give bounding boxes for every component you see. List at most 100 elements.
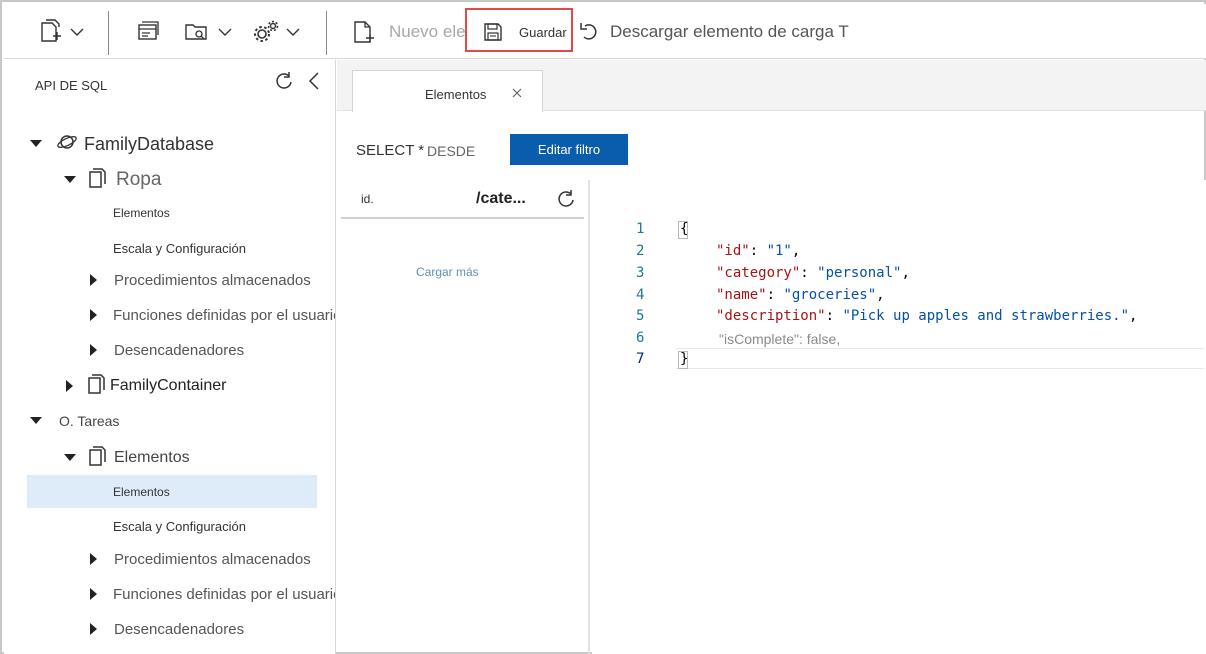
selected-row-highlight xyxy=(27,475,317,508)
tree-item-stored-procedures[interactable]: Procedimientos almacenados xyxy=(87,265,311,295)
toolbar-divider xyxy=(108,11,109,55)
json-line: "id": "1", xyxy=(716,243,801,259)
container-icon xyxy=(87,167,107,194)
line-number: 5 xyxy=(636,308,645,324)
line-number: 6 xyxy=(636,330,645,346)
json-value: "personal" xyxy=(817,265,902,281)
refresh-icon[interactable] xyxy=(274,71,294,96)
tree-item-user-defined-functions[interactable]: Funciones definidas por el usuario xyxy=(87,300,336,330)
folder-search-icon xyxy=(184,20,210,44)
tree-item-label: Procedimientos almacenados xyxy=(114,550,311,568)
tree-item-label: Desencadenadores xyxy=(114,341,245,359)
new-document-icon xyxy=(352,19,376,45)
tree-item-stored-procedures[interactable]: Procedimientos almacenados xyxy=(87,544,311,574)
save-button[interactable]: Guardar xyxy=(482,16,567,48)
toolbar-divider xyxy=(326,11,327,55)
tree-item-label: Elementos xyxy=(113,206,170,220)
json-key: "name" xyxy=(716,287,767,303)
tab-label: Elementos xyxy=(425,87,487,102)
new-query-button[interactable] xyxy=(136,16,160,48)
settings-menu-button[interactable] xyxy=(252,16,300,48)
list-header-divider xyxy=(341,217,584,219)
tree-item-triggers[interactable]: Desencadenadores xyxy=(87,335,244,365)
sidebar-title: API DE SQL xyxy=(35,78,108,93)
tree-item-items[interactable]: Elementos xyxy=(113,198,170,228)
tree-item-label: Ropa xyxy=(116,169,162,190)
edit-filter-button[interactable]: Editar filtro xyxy=(510,134,628,165)
tree-item-label: Elementos xyxy=(113,485,170,499)
command-bar: Nuevo elemento Guardar Descargar element… xyxy=(4,4,1206,59)
caret-right-icon xyxy=(87,587,101,601)
line-number: 7 xyxy=(636,351,645,367)
new-container-icon xyxy=(38,18,64,46)
query-from-text: DESDE xyxy=(427,143,476,159)
column-header-partition-key: /cate... xyxy=(476,190,526,207)
caret-right-icon xyxy=(87,343,101,357)
line-number: 1 xyxy=(636,221,645,237)
tree-item-label: Escala y Configuración xyxy=(113,518,246,534)
json-value: "Pick up apples and strawberries." xyxy=(842,308,1130,324)
tree-item-label: FamilyContainer xyxy=(110,377,227,394)
caret-right-icon xyxy=(87,622,101,636)
database-planet-icon xyxy=(56,132,78,157)
gears-icon xyxy=(252,19,280,45)
json-value: "1" xyxy=(766,243,792,259)
discard-button[interactable]: Descargar elemento de carga T xyxy=(578,16,849,48)
new-container-button[interactable] xyxy=(38,16,84,48)
json-comma: , xyxy=(791,243,801,259)
tree-item-tasks-database[interactable]: O. Tareas xyxy=(29,406,119,436)
resource-tree-panel: API DE SQL FamilyDatabase Ropa Elementos xyxy=(4,60,336,654)
line-number: 2 xyxy=(636,243,645,259)
tree-item-label: Desencadenadores xyxy=(114,620,245,638)
collapse-panel-icon[interactable] xyxy=(306,71,322,96)
new-item-button[interactable]: Nuevo elemento xyxy=(352,16,466,48)
tab-items[interactable]: Elementos xyxy=(352,70,543,112)
tree-item-scale-settings[interactable]: Escala y Configuración xyxy=(113,233,246,263)
caret-down-icon xyxy=(63,451,77,465)
caret-down-icon xyxy=(29,137,43,151)
json-comma: , xyxy=(876,287,885,303)
json-comma: , xyxy=(901,265,910,281)
json-open-brace: { xyxy=(680,221,689,237)
tree-item-label: O. Tareas xyxy=(59,413,120,429)
caret-right-icon xyxy=(87,273,101,287)
tree-item-familydatabase[interactable]: FamilyDatabase xyxy=(29,129,214,159)
tab-strip: Elementos xyxy=(337,60,1206,112)
json-line-is-complete: "isComplete": false, xyxy=(719,331,841,347)
column-header-id: id. xyxy=(361,192,374,206)
caret-right-icon xyxy=(87,308,101,322)
tree-item-scale-settings[interactable]: Escala y Configuración xyxy=(113,511,246,541)
json-line: "description": "Pick up apples and straw… xyxy=(716,308,1138,324)
open-query-button[interactable] xyxy=(184,16,232,48)
json-editor[interactable]: 1 2 3 4 5 6 7 { "id": "1", "category": "… xyxy=(592,180,1206,654)
close-icon[interactable] xyxy=(511,86,523,104)
tree-item-items-container[interactable]: Elementos xyxy=(63,443,190,473)
tree-item-label: Funciones definidas por el usuario xyxy=(113,306,336,324)
json-comma: , xyxy=(1129,308,1138,324)
window-frame: Nuevo elemento Guardar Descargar element… xyxy=(0,0,1206,654)
refresh-icon[interactable] xyxy=(556,189,576,214)
load-more-link[interactable]: Cargar más xyxy=(416,265,479,279)
query-select-text: SELECT * xyxy=(356,142,425,159)
json-value: "groceries" xyxy=(783,287,877,303)
json-key: "category" xyxy=(716,265,801,281)
tree-item-triggers[interactable]: Desencadenadores xyxy=(87,614,244,644)
tree-item-items-selected[interactable]: Elementos xyxy=(113,477,170,507)
json-close-brace: } xyxy=(680,351,689,367)
container-icon xyxy=(87,445,107,472)
json-line: "category": "personal", xyxy=(716,265,910,281)
tree-item-familycontainer[interactable]: FamilyContainer xyxy=(63,371,226,401)
tree-item-user-defined-functions[interactable]: Funciones definidas por el usuario xyxy=(87,579,335,609)
tree-item-label: Escala y Configuración xyxy=(113,240,246,256)
save-disk-icon xyxy=(482,21,504,43)
save-label: Guardar xyxy=(519,24,567,40)
undo-icon xyxy=(578,21,600,43)
chevron-down-icon xyxy=(286,27,300,37)
json-key: "description" xyxy=(716,308,826,324)
tree-item-label: Procedimientos almacenados xyxy=(114,271,311,289)
tree-item-ropa[interactable]: Ropa xyxy=(63,165,161,195)
tree-item-label: FamilyDatabase xyxy=(84,133,215,154)
chevron-down-icon xyxy=(218,27,232,37)
caret-right-icon xyxy=(87,552,101,566)
query-window-icon xyxy=(136,20,160,44)
